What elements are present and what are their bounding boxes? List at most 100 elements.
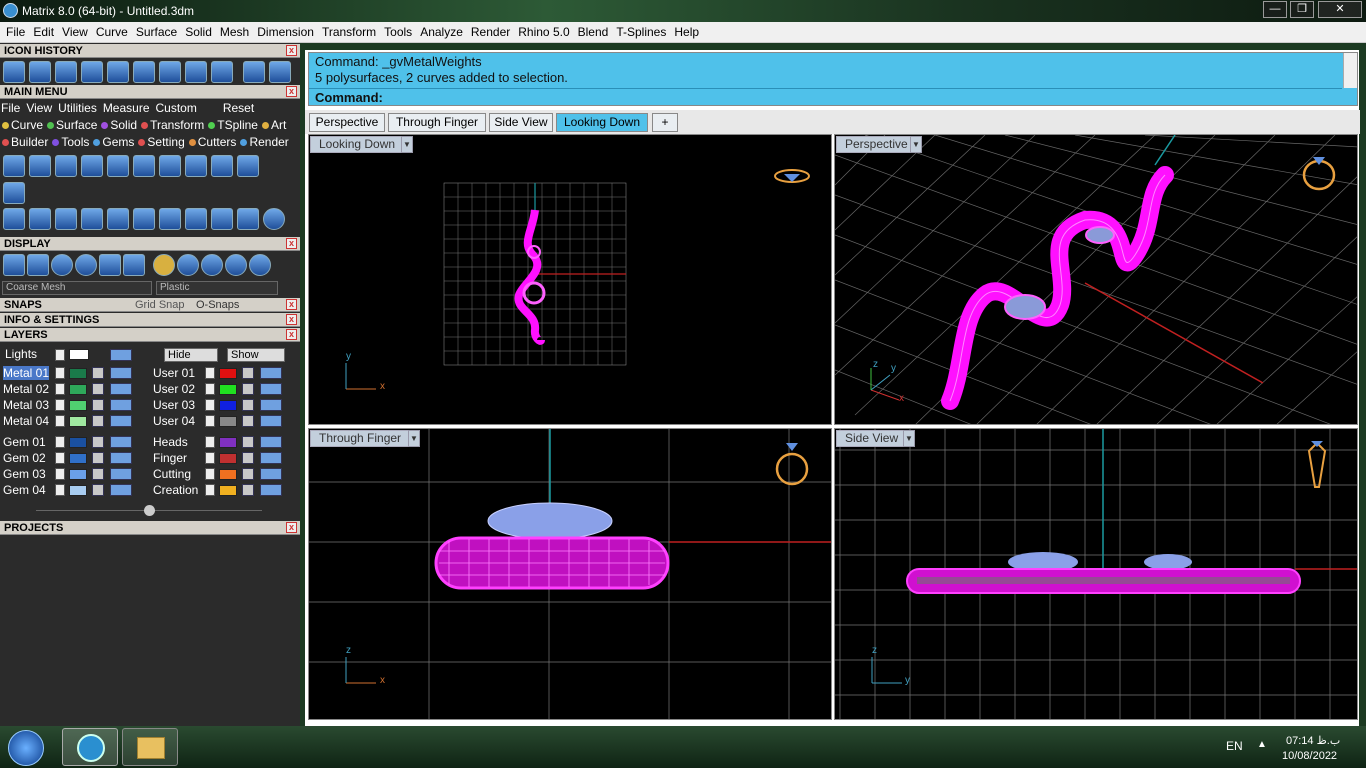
layer-expand[interactable]: [55, 484, 65, 496]
chevron-down-icon[interactable]: ▼: [903, 430, 915, 447]
layer-color-swatch[interactable]: [219, 485, 237, 496]
pave-icon[interactable]: [159, 155, 181, 177]
layer-color-swatch[interactable]: [69, 437, 87, 448]
cat-render[interactable]: Render: [240, 135, 289, 149]
layer-color-swatch[interactable]: [219, 400, 237, 411]
display-header[interactable]: DISPLAY x: [0, 237, 300, 251]
viewport-label-through-finger[interactable]: Through Finger: [310, 430, 411, 447]
menu-blend[interactable]: Blend: [574, 22, 613, 42]
menu-file[interactable]: File: [2, 22, 29, 42]
layer-name[interactable]: Gem 02: [3, 451, 46, 465]
mesh-icon[interactable]: [107, 61, 129, 83]
layer-name[interactable]: Metal 01: [3, 366, 50, 380]
close-icon[interactable]: x: [286, 329, 297, 340]
viewport-through-finger[interactable]: x z Through Finger ▼: [308, 428, 832, 720]
curve-icon[interactable]: [159, 61, 181, 83]
layer-color-swatch[interactable]: [69, 368, 87, 379]
mirror-icon[interactable]: [81, 208, 103, 230]
menu-render[interactable]: Render: [467, 22, 514, 42]
layer-expand[interactable]: [55, 468, 65, 480]
layer-visibility-toggle[interactable]: [260, 436, 282, 448]
layer-color-swatch[interactable]: [219, 384, 237, 395]
x-ray-icon[interactable]: [123, 254, 145, 276]
layer-name[interactable]: Cutting: [153, 467, 191, 481]
menu-dimension[interactable]: Dimension: [253, 22, 318, 42]
menu-help[interactable]: Help: [670, 22, 703, 42]
layer-visibility-toggle[interactable]: [260, 452, 282, 464]
viewport-perspective[interactable]: x y z Perspective ▼: [834, 134, 1358, 425]
menu-surface[interactable]: Surface: [132, 22, 181, 42]
tab-looking-down[interactable]: Looking Down: [556, 113, 648, 132]
grid-pave-icon[interactable]: [185, 155, 207, 177]
layer-expand[interactable]: [205, 452, 215, 464]
cat-solid[interactable]: Solid: [101, 118, 137, 132]
menu-transform[interactable]: Transform: [318, 22, 380, 42]
viewport-label-looking-down[interactable]: Looking Down: [310, 136, 405, 153]
language-indicator[interactable]: EN: [1226, 739, 1243, 753]
lights-toggle[interactable]: [110, 349, 132, 361]
layer-name[interactable]: Metal 03: [3, 398, 49, 412]
close-icon[interactable]: x: [286, 238, 297, 249]
lock-icon[interactable]: [92, 415, 104, 427]
viewport-looking-down[interactable]: x y Looking Down ▼: [308, 134, 832, 425]
layer-name[interactable]: User 03: [153, 398, 195, 412]
plane-icon[interactable]: [133, 61, 155, 83]
lock-icon[interactable]: [242, 484, 254, 496]
close-icon[interactable]: x: [286, 522, 297, 533]
layer-name[interactable]: User 04: [153, 414, 195, 428]
move-icon[interactable]: [107, 208, 129, 230]
layer-color-swatch[interactable]: [69, 384, 87, 395]
snaps-header[interactable]: SNAPS Grid Snap O-Snaps x: [0, 298, 300, 312]
layer-expand[interactable]: [55, 415, 65, 427]
lights-expand[interactable]: [55, 349, 65, 361]
globe-icon[interactable]: [211, 61, 233, 83]
chrome-material-icon[interactable]: [225, 254, 247, 276]
layer-name[interactable]: Gem 04: [3, 483, 46, 497]
tab-through-finger[interactable]: Through Finger: [388, 113, 486, 132]
mm-file[interactable]: File: [1, 101, 20, 115]
prong-icon[interactable]: [107, 155, 129, 177]
page-icon[interactable]: [185, 61, 207, 83]
layer-expand[interactable]: [205, 484, 215, 496]
arc-icon[interactable]: [29, 208, 51, 230]
close-icon[interactable]: x: [286, 314, 297, 325]
layer-visibility-toggle[interactable]: [260, 484, 282, 496]
grid-icon[interactable]: [55, 61, 77, 83]
head-icon[interactable]: [81, 155, 103, 177]
icon-history-header[interactable]: ICON HISTORY x: [0, 44, 300, 58]
layer-name[interactable]: User 02: [153, 382, 195, 396]
layer-visibility-toggle[interactable]: [260, 399, 282, 411]
layer-expand[interactable]: [55, 383, 65, 395]
join-icon[interactable]: [185, 208, 207, 230]
ring-rail-icon[interactable]: [3, 155, 25, 177]
close-icon[interactable]: x: [286, 299, 297, 310]
hide-button[interactable]: Hide: [164, 348, 218, 362]
layer-color-swatch[interactable]: [219, 469, 237, 480]
layer-expand[interactable]: [205, 367, 215, 379]
wireframe-icon[interactable]: [3, 254, 25, 276]
menu-analyze[interactable]: Analyze: [416, 22, 467, 42]
material-dropdown[interactable]: Plastic: [156, 281, 278, 295]
cat-transform[interactable]: Transform: [141, 118, 204, 132]
layer-visibility-toggle[interactable]: [260, 415, 282, 427]
chevron-down-icon[interactable]: ▼: [910, 136, 922, 153]
chevron-down-icon[interactable]: ▼: [408, 430, 420, 447]
layer-visibility-toggle[interactable]: [110, 383, 132, 395]
osnaps-toggle[interactable]: O-Snaps: [196, 298, 239, 312]
close-button[interactable]: ✕: [1318, 1, 1362, 18]
layer-visibility-toggle[interactable]: [260, 468, 282, 480]
clock-date[interactable]: 10/08/2022: [1282, 750, 1337, 762]
platinum-material-icon[interactable]: [201, 254, 223, 276]
ring-wizard-icon[interactable]: [29, 155, 51, 177]
bezel-icon[interactable]: [55, 155, 77, 177]
add-tab-button[interactable]: +: [652, 113, 678, 132]
layers-header[interactable]: LAYERS x: [0, 328, 300, 342]
layer-color-swatch[interactable]: [69, 469, 87, 480]
tab-side-view[interactable]: Side View: [489, 113, 553, 132]
layer-expand[interactable]: [55, 399, 65, 411]
layer-expand[interactable]: [55, 367, 65, 379]
lock-icon[interactable]: [92, 468, 104, 480]
layer-color-swatch[interactable]: [69, 416, 87, 427]
show-button[interactable]: Show: [227, 348, 285, 362]
layers-collapse-icon[interactable]: [144, 505, 155, 516]
